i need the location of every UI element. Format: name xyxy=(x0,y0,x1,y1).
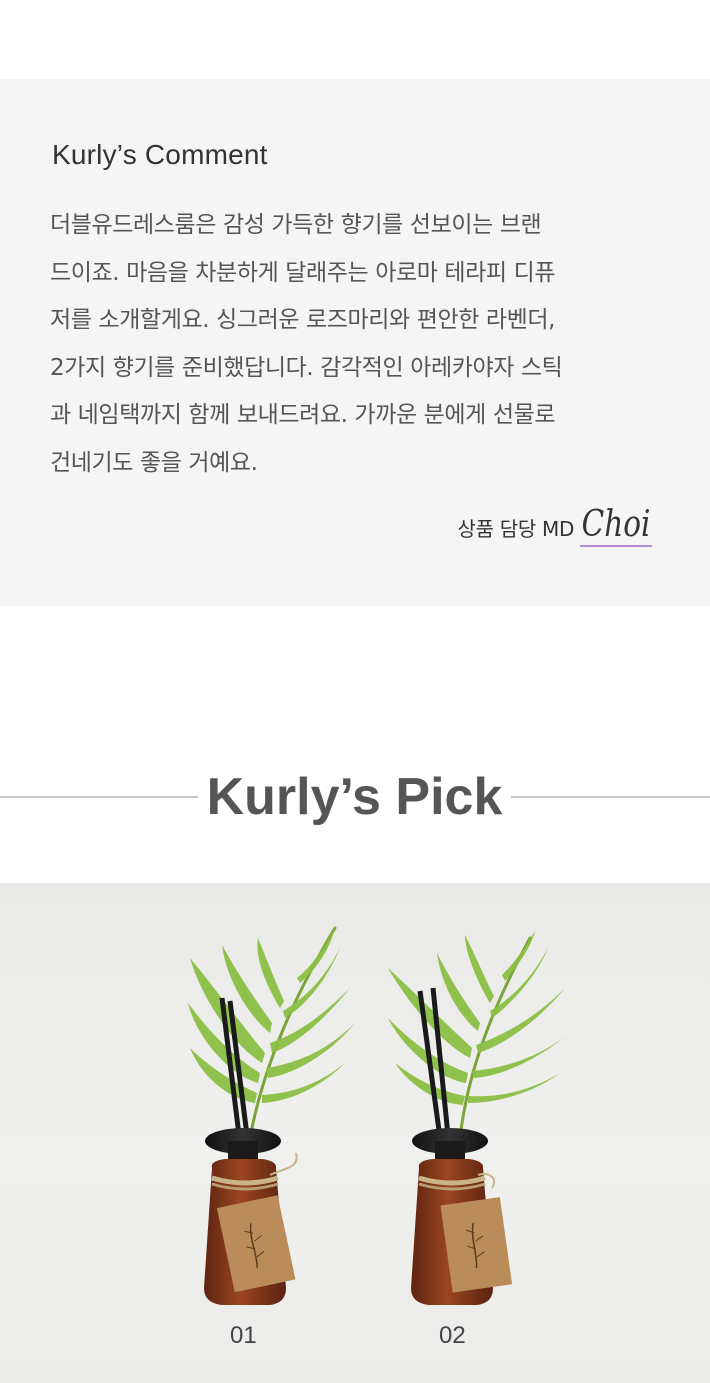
md-label: 상품 담당 MD xyxy=(457,517,575,541)
pick-title: Kurly’s Pick xyxy=(206,768,503,826)
comment-line: 건네기도 좋을 거예요. xyxy=(50,449,258,476)
comment-line: 과 네임택까지 함께 보내드려요. 가까운 분에게 선물로 xyxy=(50,402,556,428)
comment-body: 더블유드레스룸은 감성 가득한 향기를 선보이는 브랜 드이죠. 마음을 차분하… xyxy=(50,202,680,487)
product-photo xyxy=(0,883,710,1383)
divider-right xyxy=(511,796,710,798)
comment-title: Kurly’s Comment xyxy=(52,139,268,170)
diffuser-02 xyxy=(388,931,570,1305)
comment-line: 드이죠. 마음을 차분하게 달래주는 아로마 테라피 디퓨 xyxy=(50,259,556,286)
product-number-01: 01 xyxy=(230,1322,257,1349)
diffuser-illustration xyxy=(188,926,570,1305)
divider-left xyxy=(0,796,198,798)
md-name: Choi xyxy=(580,504,653,547)
comment-line: 2가지 향기를 준비했답니다. 감각적인 아레카야자 스틱 xyxy=(50,354,563,381)
comment-line: 저를 소개할게요. 싱그러운 로즈마리와 편안한 라벤더, xyxy=(50,307,556,333)
md-signature: 상품 담당 MD Choi xyxy=(458,507,669,547)
product-number-02: 02 xyxy=(439,1322,466,1349)
diffuser-01 xyxy=(188,926,355,1305)
kurly-comment-section: Kurly’s Comment 더블유드레스룸은 감성 가득한 향기를 선보이는… xyxy=(0,79,710,606)
kurly-pick-heading: Kurly’s Pick xyxy=(0,762,710,832)
comment-line: 더블유드레스룸은 감성 가득한 향기를 선보이는 브랜 xyxy=(50,212,542,238)
